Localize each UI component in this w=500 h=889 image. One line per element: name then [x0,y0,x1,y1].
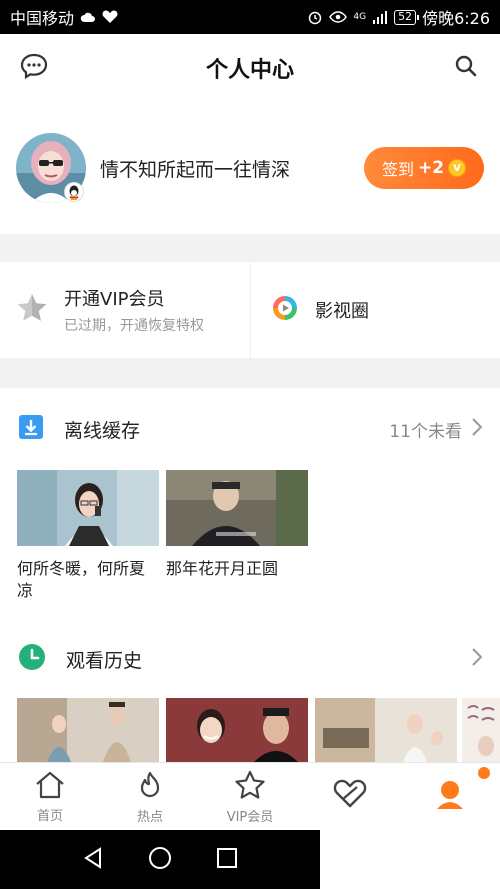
history-thumbnail[interactable] [462,698,500,762]
header: 个人中心 [0,34,500,102]
movie-circle-entry[interactable]: 影视圈 [250,262,500,358]
status-bar: 中国移动 4G 52 傍晚6:26 [0,0,500,34]
home-icon [34,771,66,803]
heart-icon [333,779,367,813]
nav-bar-filler [320,830,500,889]
unwatched-count: 11个未看 [389,421,462,442]
tab-home[interactable]: 首页 [0,763,100,831]
notification-dot [478,767,490,779]
checkin-button[interactable]: 签到 +2 V [364,147,484,189]
user-icon [435,779,465,813]
qq-badge-icon [64,182,84,202]
open-vip-entry[interactable]: 开通VIP会员 已过期，开通恢复特权 [0,262,250,358]
home-circle-icon[interactable] [148,846,172,874]
cloud-icon [80,11,96,23]
vip-title: 开通VIP会员 [64,289,165,310]
search-icon [454,54,478,82]
history-thumbnail[interactable] [166,698,308,762]
username: 情不知所起而一往情深 [100,158,291,181]
movie-circle-title: 影视圈 [315,301,369,322]
watch-history-title: 观看历史 [66,649,143,672]
health-heart-icon [102,10,118,24]
star-icon [234,770,266,804]
network-type-label: 4G [353,12,367,22]
offline-cache-list: 何所冬暖，何所夏凉 那年花开月正圆 [0,470,500,620]
system-nav-bar [0,830,320,889]
history-thumbnail[interactable] [315,698,457,762]
video-thumbnail [17,470,159,546]
checkin-label: 签到 [381,160,414,179]
v-coin-icon: V [448,159,467,177]
tab-label: 首页 [36,808,63,824]
tab-profile[interactable] [400,763,500,831]
play-circle-icon [271,294,299,326]
watch-history-header[interactable]: 观看历史 [0,620,500,698]
battery-indicator: 52 [394,9,420,25]
chevron-right-icon [472,417,483,441]
offline-cache-header[interactable]: 离线缓存 11个未看 [0,388,500,470]
recents-icon[interactable] [217,847,238,872]
tab-hot[interactable]: 热点 [100,763,200,831]
flame-icon [135,770,165,804]
section-separator [0,234,500,262]
vip-row: 开通VIP会员 已过期，开通恢复特权 影视圈 [0,262,500,358]
cached-video-title: 何所冬暖，何所夏凉 [17,559,146,600]
signal-icon [372,10,388,24]
tab-label: 热点 [136,809,163,825]
history-thumbnail[interactable] [17,698,159,762]
page-title: 个人中心 [205,58,294,83]
offline-cache-title: 离线缓存 [64,419,141,442]
cached-video-item[interactable]: 那年花开月正圆 [166,470,308,580]
chevron-right-icon [472,647,483,671]
alarm-icon [307,9,323,25]
clock-icon [18,643,46,675]
tab-follow[interactable] [300,763,400,831]
section-separator [0,358,500,388]
checkin-bonus: +2 [417,158,445,178]
clock-label: 傍晚6:26 [422,9,490,28]
carrier-label: 中国移动 [10,9,75,28]
vip-subtitle: 已过期，开通恢复特权 [64,318,204,334]
bottom-tab-bar: 首页 热点 VIP会员 [0,762,500,830]
download-icon [18,414,44,444]
back-icon[interactable] [83,846,103,873]
cached-video-title: 那年花开月正圆 [166,559,279,578]
search-button[interactable] [450,52,482,84]
star-icon [16,292,48,328]
tab-label: VIP会员 [226,809,274,825]
messages-button[interactable] [18,52,50,84]
tab-vip[interactable]: VIP会员 [200,763,300,831]
watch-history-list [0,698,500,762]
eye-icon [329,11,348,23]
cached-video-item[interactable]: 何所冬暖，何所夏凉 [17,470,159,602]
profile-card: 情不知所起而一往情深 签到 +2 V [0,102,500,234]
chat-bubble-icon [20,53,48,83]
video-thumbnail [166,470,308,546]
